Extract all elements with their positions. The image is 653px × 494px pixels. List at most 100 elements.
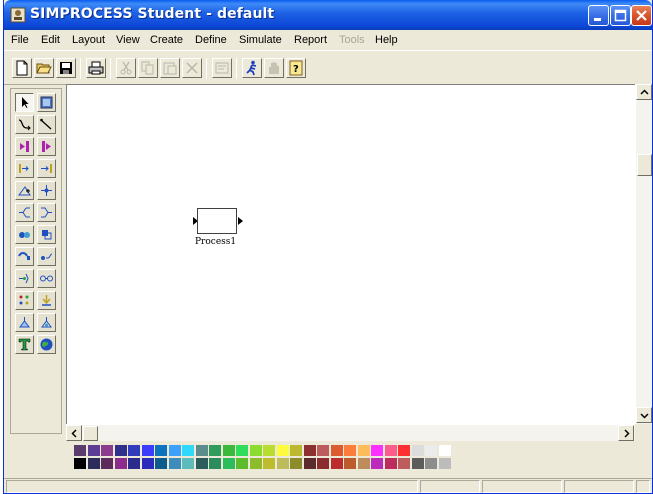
palette-text-tool[interactable] — [15, 335, 34, 354]
color-swatch[interactable] — [74, 458, 87, 470]
scroll-up-button[interactable] — [636, 84, 652, 100]
paste-button[interactable] — [160, 58, 180, 78]
color-swatch[interactable] — [317, 458, 330, 470]
palette-connector-curved[interactable] — [15, 115, 34, 134]
palette-dispose[interactable] — [37, 137, 56, 156]
new-button[interactable] — [12, 58, 32, 78]
color-swatch[interactable] — [209, 458, 222, 470]
color-swatch[interactable] — [330, 445, 344, 457]
color-swatch[interactable] — [371, 458, 384, 470]
color-swatch[interactable] — [87, 445, 101, 457]
color-swatch[interactable] — [398, 445, 411, 457]
color-swatch[interactable] — [236, 445, 249, 457]
palette-replicate[interactable] — [37, 291, 56, 310]
color-swatch[interactable] — [384, 445, 398, 457]
color-swatch[interactable] — [303, 445, 317, 457]
color-swatch[interactable] — [168, 445, 182, 457]
color-swatch[interactable] — [371, 445, 384, 457]
palette-generate[interactable] — [15, 137, 34, 156]
palette-assign[interactable] — [15, 181, 34, 200]
scroll-down-button[interactable] — [636, 407, 652, 423]
menu-create[interactable]: Create — [150, 34, 183, 46]
menu-view[interactable]: View — [116, 34, 140, 46]
color-swatch[interactable] — [141, 458, 155, 470]
palette-unbatch[interactable] — [15, 247, 34, 266]
menu-file[interactable]: File — [11, 34, 29, 46]
vertical-scroll-thumb[interactable] — [637, 154, 652, 176]
menu-edit[interactable]: Edit — [41, 34, 60, 46]
copy-button[interactable] — [138, 58, 158, 78]
color-swatch[interactable] — [384, 458, 398, 470]
color-swatch[interactable] — [411, 458, 425, 470]
menu-define[interactable]: Define — [195, 34, 227, 46]
cut-button[interactable] — [116, 58, 136, 78]
color-swatch[interactable] — [263, 445, 276, 457]
process-block[interactable] — [193, 206, 243, 234]
color-swatch[interactable] — [438, 458, 452, 470]
color-swatch[interactable] — [74, 445, 87, 457]
title-bar[interactable]: SIMPROCESS Student - default — [4, 0, 652, 30]
color-swatch[interactable] — [425, 445, 438, 457]
menu-help[interactable]: Help — [375, 34, 398, 46]
color-swatch[interactable] — [182, 445, 195, 457]
process-output-port[interactable] — [238, 217, 243, 225]
color-swatch[interactable] — [101, 445, 114, 457]
palette-assemble[interactable] — [15, 313, 34, 332]
color-swatch[interactable] — [357, 458, 371, 470]
model-canvas[interactable]: Process1 — [66, 84, 635, 424]
color-swatch[interactable] — [290, 458, 303, 470]
color-swatch[interactable] — [209, 445, 222, 457]
color-swatch[interactable] — [276, 445, 290, 457]
palette-merge[interactable] — [15, 203, 34, 222]
scroll-right-button[interactable] — [618, 425, 634, 441]
palette-synchronize[interactable] — [37, 269, 56, 288]
palette-branch[interactable] — [37, 181, 56, 200]
palette-select[interactable] — [15, 93, 34, 112]
color-swatch[interactable] — [249, 458, 263, 470]
palette-join[interactable] — [15, 225, 34, 244]
color-swatch[interactable] — [114, 458, 128, 470]
color-swatch[interactable] — [249, 445, 263, 457]
resize-grip[interactable] — [636, 480, 650, 493]
color-swatch[interactable] — [128, 445, 141, 457]
process-body[interactable] — [197, 206, 240, 234]
menu-tools[interactable]: Tools — [339, 34, 365, 46]
color-swatch[interactable] — [438, 445, 452, 457]
color-swatch[interactable] — [168, 458, 182, 470]
color-swatch[interactable] — [303, 458, 317, 470]
color-swatch[interactable] — [101, 458, 114, 470]
minimize-button[interactable] — [588, 5, 609, 26]
color-swatch[interactable] — [357, 445, 371, 457]
color-swatch[interactable] — [128, 458, 141, 470]
color-swatch[interactable] — [330, 458, 344, 470]
palette-disassemble[interactable] — [37, 313, 56, 332]
close-button[interactable] — [631, 5, 652, 26]
menu-report[interactable]: Report — [294, 34, 327, 46]
palette-entry[interactable] — [15, 159, 34, 178]
run-simulation-button[interactable] — [242, 58, 262, 78]
palette-batch[interactable] — [37, 225, 56, 244]
color-swatch[interactable] — [317, 445, 330, 457]
palette-process[interactable] — [37, 93, 56, 112]
color-swatch[interactable] — [87, 458, 101, 470]
color-swatch[interactable] — [195, 458, 209, 470]
print-button[interactable] — [86, 58, 106, 78]
color-swatch[interactable] — [182, 458, 195, 470]
color-swatch[interactable] — [195, 445, 209, 457]
delete-button[interactable] — [182, 58, 202, 78]
color-swatch[interactable] — [114, 445, 128, 457]
palette-gate[interactable] — [15, 269, 34, 288]
vertical-scrollbar[interactable] — [635, 84, 652, 424]
stop-button[interactable] — [264, 58, 284, 78]
color-swatch[interactable] — [425, 458, 438, 470]
open-button[interactable] — [34, 58, 54, 78]
horizontal-scroll-thumb[interactable] — [83, 426, 98, 441]
color-swatch[interactable] — [290, 445, 303, 457]
palette-exit[interactable] — [37, 159, 56, 178]
color-swatch[interactable] — [222, 445, 236, 457]
color-swatch[interactable] — [141, 445, 155, 457]
properties-button[interactable] — [212, 58, 232, 78]
palette-transform[interactable] — [37, 247, 56, 266]
palette-globe[interactable] — [37, 335, 56, 354]
palette-split[interactable] — [37, 203, 56, 222]
